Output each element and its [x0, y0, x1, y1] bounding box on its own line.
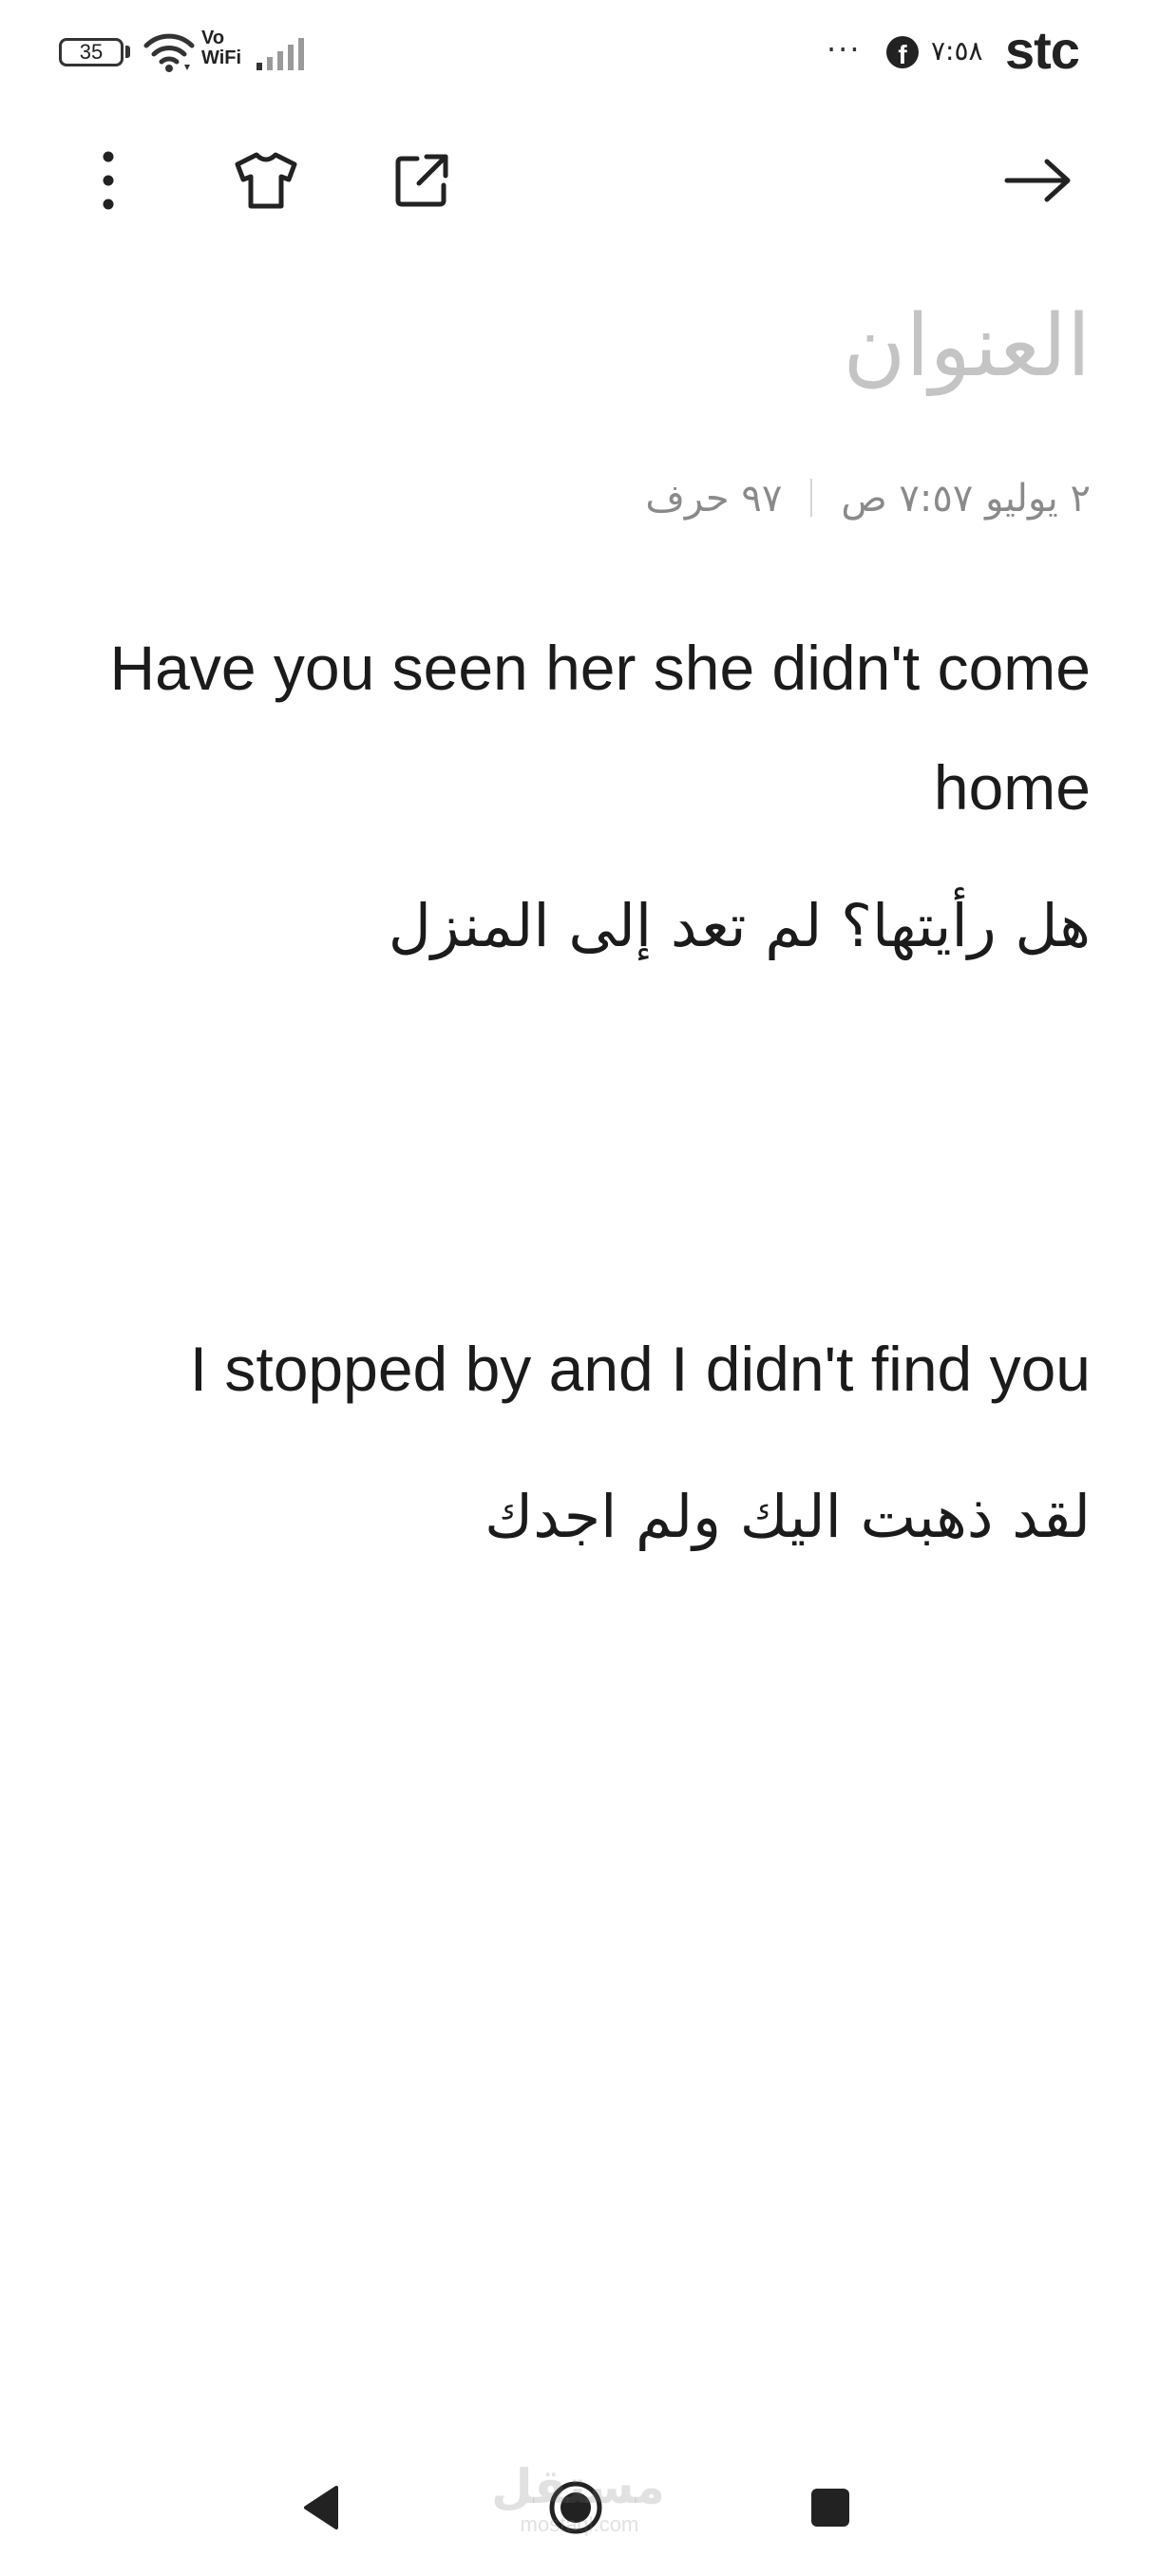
home-circle-icon — [549, 2481, 602, 2534]
facebook-icon: f — [886, 36, 919, 68]
status-bar: 35 Vo WiFi ··· f ٧:٥٨ stc — [0, 0, 1159, 104]
note-body-editor[interactable]: Have you seen her she didn't come home ه… — [68, 608, 1091, 1577]
note-meta: ٢ يوليو ٧:٥٧ ص ٩٧ حرف — [236, 465, 1091, 532]
status-time: ٧:٥٨ — [931, 35, 983, 66]
nav-recents-button[interactable] — [792, 2470, 868, 2546]
vowifi-bottom: WiFi — [201, 47, 242, 68]
signal-icon — [256, 38, 304, 70]
recents-square-icon — [811, 2489, 849, 2527]
note-date: ٢ يوليو ٧:٥٧ ص — [841, 477, 1091, 521]
note-char-count: ٩٧ حرف — [645, 477, 783, 521]
more-vertical-icon — [103, 151, 114, 210]
meta-divider — [810, 479, 813, 517]
more-options-button[interactable] — [70, 142, 146, 218]
note-toolbar — [0, 123, 1159, 237]
note-line: هل رأيتها؟ لم تعد إلى المنزل — [388, 891, 1091, 960]
theme-shirt-icon — [235, 152, 297, 209]
note-line: I stopped by and I didn't find you — [189, 1334, 1091, 1404]
note-empty-line — [68, 986, 1091, 1309]
vowifi-top: Vo — [201, 28, 225, 48]
system-nav-bar — [0, 2451, 1159, 2576]
note-line: Have you seen her she didn't come home — [109, 633, 1091, 823]
arrow-forward-icon — [1004, 159, 1071, 202]
battery-icon: 35 — [59, 38, 124, 66]
note-line: لقد ذهبت اليك ولم اجدك — [484, 1482, 1091, 1551]
back-triangle-icon — [304, 2486, 338, 2529]
wifi-icon — [143, 33, 195, 72]
share-button[interactable] — [384, 142, 460, 218]
battery-tip — [125, 46, 130, 58]
theme-button[interactable] — [228, 142, 304, 218]
nav-back-button[interactable] — [283, 2470, 359, 2546]
share-external-icon — [395, 154, 448, 207]
carrier-name: stc — [1005, 20, 1080, 80]
nav-home-button[interactable] — [538, 2470, 614, 2546]
back-button[interactable] — [999, 142, 1075, 218]
note-title-input[interactable]: العنوان — [236, 285, 1091, 408]
notification-overflow-icon: ··· — [826, 31, 862, 67]
vowifi-label: Vo WiFi — [201, 28, 249, 68]
